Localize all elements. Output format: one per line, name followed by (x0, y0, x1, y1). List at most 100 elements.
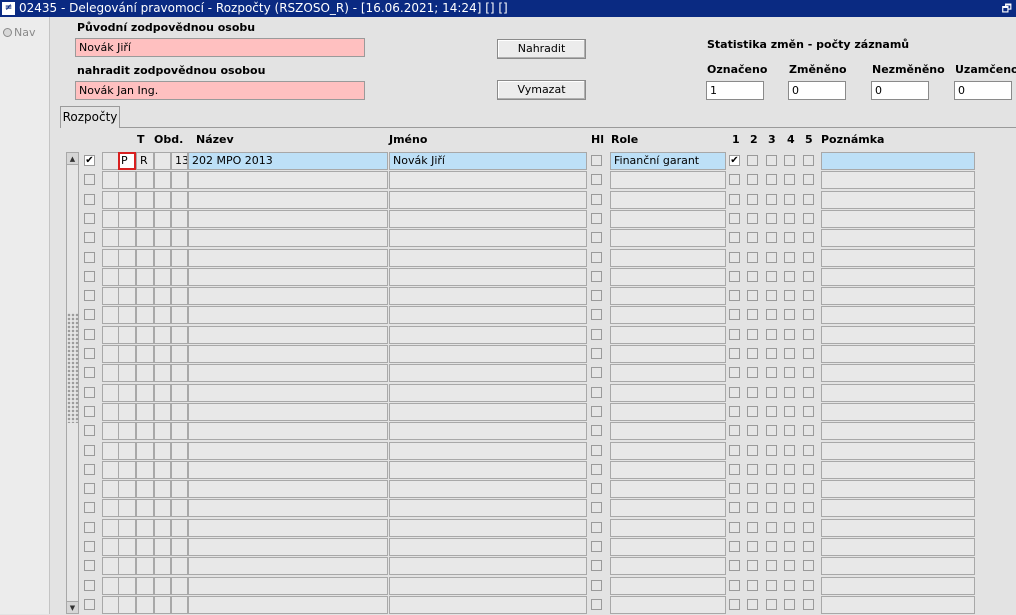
col5-checkbox[interactable] (803, 599, 814, 610)
col5-checkbox[interactable] (803, 309, 814, 320)
nav-radio-button[interactable] (3, 28, 12, 37)
col2-checkbox[interactable] (747, 155, 758, 166)
obd-cell[interactable] (171, 538, 188, 556)
col4-checkbox[interactable] (784, 406, 795, 417)
flag-cell[interactable] (102, 596, 119, 614)
row-select-checkbox[interactable] (84, 425, 95, 436)
col2-checkbox[interactable] (747, 348, 758, 359)
role-cell[interactable] (610, 480, 726, 498)
jmeno-cell[interactable] (389, 480, 587, 498)
flag-cell[interactable] (102, 152, 119, 170)
col1-checkbox[interactable] (729, 348, 740, 359)
col3-checkbox[interactable] (766, 252, 777, 263)
jmeno-cell[interactable] (389, 210, 587, 228)
col2-checkbox[interactable] (747, 194, 758, 205)
blank-cell[interactable] (154, 345, 171, 363)
blank-cell[interactable] (154, 557, 171, 575)
nazev-cell[interactable] (188, 442, 388, 460)
hl-checkbox[interactable] (591, 483, 602, 494)
t-cell[interactable] (136, 557, 154, 575)
row-select-checkbox[interactable] (84, 483, 95, 494)
role-cell[interactable] (610, 384, 726, 402)
row-select-checkbox[interactable] (84, 232, 95, 243)
jmeno-cell[interactable] (389, 422, 587, 440)
nazev-cell[interactable] (188, 249, 388, 267)
nazev-cell[interactable] (188, 268, 388, 286)
row-select-checkbox[interactable] (84, 406, 95, 417)
flag-cell[interactable] (102, 191, 119, 209)
jmeno-cell[interactable] (389, 345, 587, 363)
role-cell[interactable] (610, 596, 726, 614)
jmeno-cell[interactable] (389, 499, 587, 517)
col3-checkbox[interactable] (766, 232, 777, 243)
p-cell[interactable] (118, 268, 136, 286)
flag-cell[interactable] (102, 306, 119, 324)
col4-checkbox[interactable] (784, 425, 795, 436)
row-select-checkbox[interactable] (84, 599, 95, 610)
col1-checkbox[interactable] (729, 445, 740, 456)
role-cell[interactable] (610, 345, 726, 363)
col1-checkbox[interactable] (729, 174, 740, 185)
stats-marked-field[interactable]: 1 (706, 81, 764, 100)
jmeno-cell[interactable] (389, 596, 587, 614)
row-select-checkbox[interactable] (84, 174, 95, 185)
t-cell[interactable] (136, 210, 154, 228)
role-cell[interactable] (610, 249, 726, 267)
p-cell[interactable] (118, 384, 136, 402)
hl-checkbox[interactable] (591, 464, 602, 475)
p-cell[interactable] (118, 210, 136, 228)
col2-checkbox[interactable] (747, 252, 758, 263)
col1-checkbox[interactable] (729, 406, 740, 417)
col4-checkbox[interactable] (784, 232, 795, 243)
nazev-cell[interactable] (188, 480, 388, 498)
nazev-cell[interactable] (188, 538, 388, 556)
col5-checkbox[interactable] (803, 232, 814, 243)
role-cell[interactable] (610, 229, 726, 247)
p-cell[interactable] (118, 364, 136, 382)
role-cell[interactable] (610, 557, 726, 575)
p-cell[interactable] (118, 306, 136, 324)
p-cell[interactable] (118, 403, 136, 421)
hl-checkbox[interactable] (591, 232, 602, 243)
obd-cell[interactable] (171, 596, 188, 614)
col2-checkbox[interactable] (747, 329, 758, 340)
col5-checkbox[interactable] (803, 271, 814, 282)
poznamka-cell[interactable] (821, 287, 975, 305)
hl-checkbox[interactable] (591, 252, 602, 263)
poznamka-cell[interactable] (821, 480, 975, 498)
col5-checkbox[interactable] (803, 560, 814, 571)
col5-checkbox[interactable] (803, 252, 814, 263)
col1-checkbox[interactable] (729, 502, 740, 513)
blank-cell[interactable] (154, 577, 171, 595)
col2-checkbox[interactable] (747, 406, 758, 417)
col3-checkbox[interactable] (766, 502, 777, 513)
blank-cell[interactable] (154, 403, 171, 421)
col1-checkbox[interactable] (729, 213, 740, 224)
row-select-checkbox[interactable] (84, 213, 95, 224)
col5-checkbox[interactable] (803, 502, 814, 513)
flag-cell[interactable] (102, 210, 119, 228)
col2-checkbox[interactable] (747, 174, 758, 185)
col4-checkbox[interactable] (784, 522, 795, 533)
col1-checkbox[interactable] (729, 290, 740, 301)
col3-checkbox[interactable] (766, 309, 777, 320)
nazev-cell[interactable] (188, 577, 388, 595)
role-cell[interactable] (610, 422, 726, 440)
p-cell[interactable] (118, 577, 136, 595)
nazev-cell[interactable] (188, 422, 388, 440)
nazev-cell[interactable] (188, 519, 388, 537)
flag-cell[interactable] (102, 171, 119, 189)
col3-checkbox[interactable] (766, 271, 777, 282)
jmeno-cell[interactable] (389, 171, 587, 189)
row-select-checkbox[interactable]: ✔ (84, 155, 95, 166)
role-cell[interactable] (610, 577, 726, 595)
col1-checkbox[interactable] (729, 522, 740, 533)
col4-checkbox[interactable] (784, 348, 795, 359)
role-cell[interactable] (610, 364, 726, 382)
p-cell[interactable] (118, 422, 136, 440)
col3-checkbox[interactable] (766, 445, 777, 456)
row-select-checkbox[interactable] (84, 464, 95, 475)
obd-cell[interactable] (171, 171, 188, 189)
flag-cell[interactable] (102, 577, 119, 595)
flag-cell[interactable] (102, 268, 119, 286)
